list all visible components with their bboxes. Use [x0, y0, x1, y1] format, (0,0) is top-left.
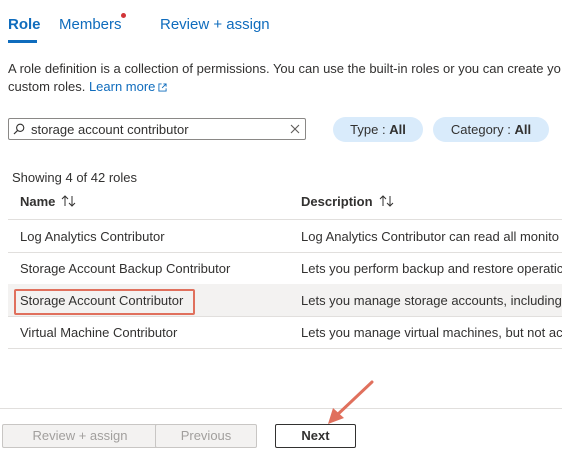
type-filter-pill[interactable]: Type : All — [333, 117, 423, 142]
table-row[interactable]: Storage Account Backup Contributor Lets … — [8, 252, 562, 285]
column-header-description[interactable]: Description — [301, 194, 395, 209]
description-line-1: A role definition is a collection of per… — [8, 61, 561, 76]
tab-bar: Role Members Review + assign — [0, 0, 562, 44]
description-line-2: custom roles. — [8, 79, 86, 94]
learn-more-label: Learn more — [88, 79, 156, 94]
role-name: Storage Account Contributor — [20, 293, 184, 308]
tab-review-assign[interactable]: Review + assign — [160, 16, 270, 33]
category-filter-value: All — [514, 122, 532, 137]
clear-search-icon[interactable] — [290, 124, 300, 134]
learn-more-link[interactable]: Learn more — [89, 79, 167, 94]
role-description: Lets you perform backup and restore oper… — [301, 261, 562, 276]
external-link-icon — [158, 83, 167, 92]
tab-role-underline — [8, 40, 37, 43]
column-header-description-label: Description — [301, 194, 373, 209]
role-name: Storage Account Backup Contributor — [20, 261, 231, 276]
tab-members[interactable]: Members — [59, 16, 122, 33]
review-assign-button[interactable]: Review + assign — [2, 424, 158, 448]
tab-role[interactable]: Role — [8, 16, 41, 33]
table-row[interactable]: Log Analytics Contributor Log Analytics … — [8, 220, 562, 253]
search-icon — [13, 123, 25, 135]
role-name: Log Analytics Contributor — [20, 229, 165, 244]
category-filter-label: Category : — [450, 122, 515, 137]
column-header-name[interactable]: Name — [20, 194, 77, 209]
table-row-selected[interactable]: Storage Account Contributor Lets you man… — [8, 284, 562, 317]
sort-icon — [379, 195, 393, 207]
role-name: Virtual Machine Contributor — [20, 325, 178, 340]
members-notification-dot — [121, 13, 126, 18]
table-header: Name Description — [8, 186, 562, 220]
role-description: Log Analytics Contributor can read all m… — [301, 229, 559, 244]
role-search-box[interactable] — [8, 118, 306, 140]
category-filter-pill[interactable]: Category : All — [433, 117, 549, 142]
previous-button[interactable]: Previous — [155, 424, 257, 448]
type-filter-value: All — [389, 122, 406, 137]
search-input[interactable] — [31, 120, 286, 138]
sort-icon — [62, 195, 76, 207]
type-filter-label: Type : — [350, 122, 390, 137]
table-row[interactable]: Virtual Machine Contributor Lets you man… — [8, 316, 562, 349]
results-count: Showing 4 of 42 roles — [12, 170, 138, 185]
role-description-text: A role definition is a collection of per… — [8, 60, 562, 96]
role-description: Lets you manage virtual machines, but no… — [301, 325, 562, 340]
column-header-name-label: Name — [20, 194, 56, 209]
wizard-footer: Review + assign Previous Next — [0, 408, 562, 450]
description-line-2-wrap: custom roles. Learn more — [8, 78, 562, 96]
next-button[interactable]: Next — [275, 424, 356, 448]
role-description: Lets you manage storage accounts, includ… — [301, 293, 562, 308]
